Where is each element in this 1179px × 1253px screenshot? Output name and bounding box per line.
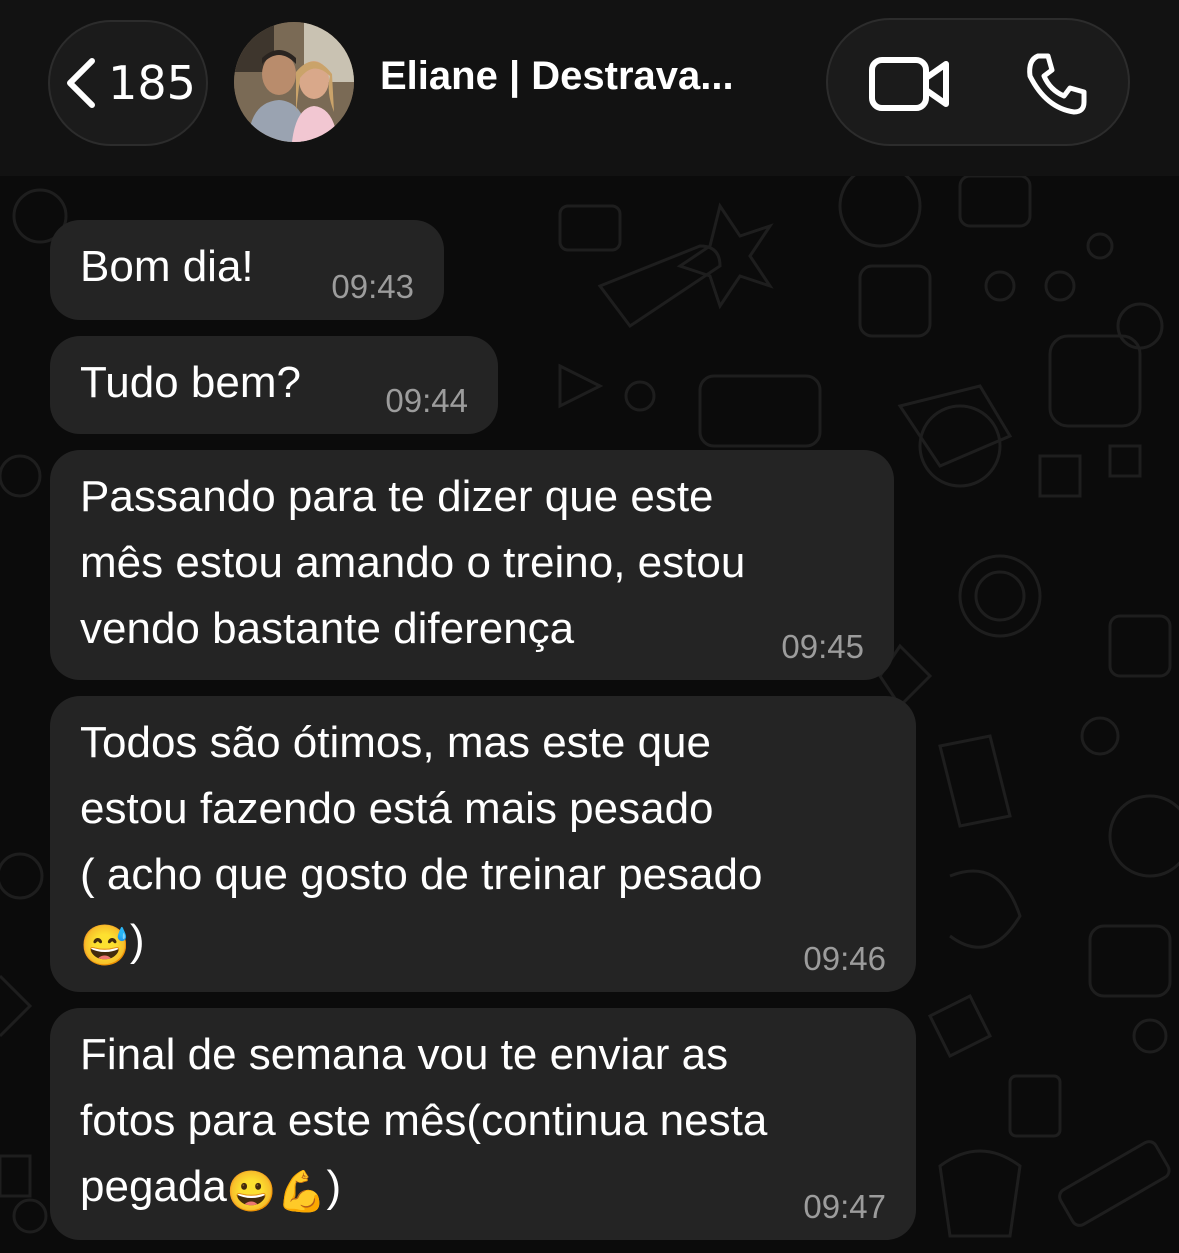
message-text: Todos são ótimos, mas este que estou faz… — [80, 718, 763, 968]
message-time: 09:43 — [331, 268, 414, 305]
chat-header: 185 Eliane | Destrava... — [0, 0, 1179, 176]
message-time: 09:44 — [385, 382, 468, 419]
message-bubble[interactable]: Todos são ótimos, mas este que estou faz… — [50, 696, 916, 992]
message-bubble[interactable]: Bom dia! 09:43 — [50, 220, 444, 320]
call-actions — [826, 18, 1130, 146]
message-time: 09:45 — [781, 628, 864, 665]
sweat-smile-emoji: 😅 — [80, 924, 130, 968]
message-bubble[interactable]: Passando para te dizer que este mês esto… — [50, 450, 894, 680]
message-bubble[interactable]: Final de semana vou te enviar as fotos p… — [50, 1008, 916, 1240]
message-text: Bom dia! — [80, 242, 254, 291]
chevron-left-icon — [67, 58, 96, 108]
unread-count: 185 — [108, 56, 196, 110]
message-time: 09:47 — [803, 1188, 886, 1225]
contact-name[interactable]: Eliane | Destrava... — [380, 54, 734, 99]
chat-area[interactable]: Bom dia! 09:43 Tudo bem? 09:44 Passando … — [0, 176, 1179, 1253]
message-time: 09:46 — [803, 940, 886, 977]
message-text: Passando para te dizer que este mês esto… — [80, 472, 746, 653]
message-text: Tudo bem? — [80, 358, 301, 407]
message-text: Final de semana vou te enviar as fotos p… — [80, 1030, 768, 1214]
back-button[interactable]: 185 — [48, 20, 208, 146]
phone-call-icon[interactable] — [1024, 52, 1088, 116]
video-call-icon[interactable] — [868, 54, 952, 114]
message-bubble[interactable]: Tudo bem? 09:44 — [50, 336, 498, 434]
grin-flexed-biceps-emoji: 😀💪 — [226, 1170, 327, 1214]
contact-avatar[interactable] — [234, 22, 354, 142]
